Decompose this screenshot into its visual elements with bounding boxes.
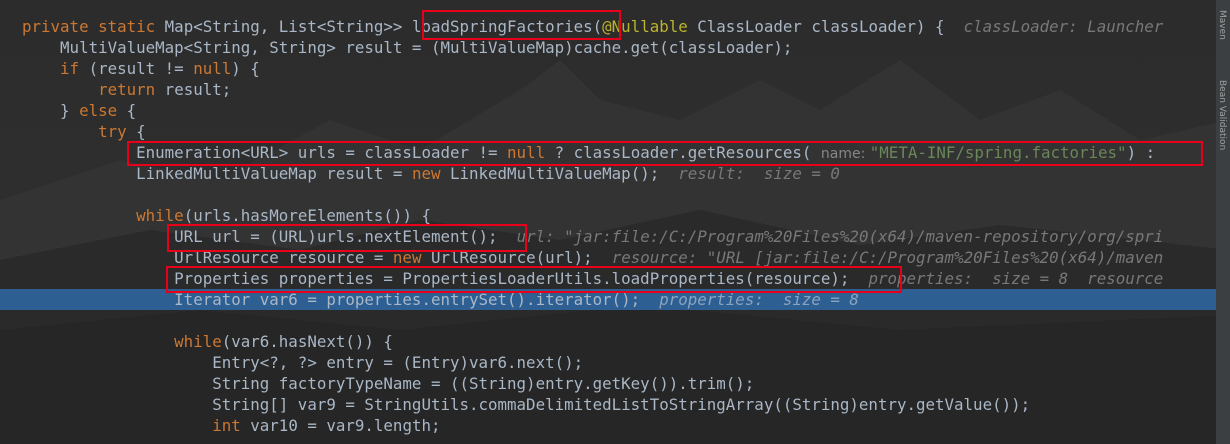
inline-debug-value: classLoader: Launcher <box>963 17 1164 36</box>
code-line[interactable]: URL url = (URL)urls.nextElement(); url: … <box>0 226 1216 247</box>
code-line[interactable]: UrlResource resource = new UrlResource(u… <box>0 247 1216 268</box>
code-line[interactable] <box>0 310 1216 331</box>
code-token: int <box>212 416 241 435</box>
code-line[interactable]: LinkedMultiValueMap result = new LinkedM… <box>0 163 1216 184</box>
code-token: URL url = (URL)urls.nextElement(); <box>22 227 517 246</box>
code-token: ) { <box>231 59 260 78</box>
code-text: Iterator var6 = properties.entrySet().it… <box>22 289 859 310</box>
code-text: if (result != null) { <box>22 58 260 79</box>
code-token: null <box>507 143 546 162</box>
code-line[interactable]: MultiValueMap<String, String> result = (… <box>0 37 1216 58</box>
code-token: while <box>136 206 184 225</box>
code-text: } else { <box>22 100 136 121</box>
code-line[interactable]: Properties properties = PropertiesLoader… <box>0 268 1216 289</box>
code-line[interactable]: int var10 = var9.length; <box>0 415 1216 436</box>
code-line[interactable]: Enumeration<URL> urls = classLoader != n… <box>0 142 1216 163</box>
code-token: if <box>60 59 80 78</box>
code-token: UrlResource resource = <box>22 248 393 267</box>
code-text: Properties properties = PropertiesLoader… <box>22 268 1163 289</box>
code-token: MultiValueMap<String, String> result = (… <box>22 38 793 57</box>
code-token: while <box>174 332 222 351</box>
code-token: Iterator var6 = properties.entrySet().it… <box>22 290 660 309</box>
code-token: ClassLoader classLoader) { <box>687 17 964 36</box>
code-token: Enumeration<URL> urls = classLoader != <box>22 143 508 162</box>
code-token: Properties properties = PropertiesLoader… <box>22 269 869 288</box>
code-token: String[] var9 = StringUtils.commaDelimit… <box>22 395 1031 414</box>
code-token: try <box>98 122 127 141</box>
code-line[interactable] <box>0 184 1216 205</box>
code-token: (var6.hasNext()) { <box>221 332 393 351</box>
inline-debug-value: properties: size = 8 resource <box>868 269 1164 288</box>
code-token: result; <box>155 80 232 99</box>
code-line[interactable]: while(urls.hasMoreElements()) { <box>0 205 1216 226</box>
code-editor[interactable]: private static Map<String, List<String>>… <box>0 0 1216 444</box>
code-token: ? classLoader.getResources( <box>545 143 821 162</box>
inline-debug-value: resource: "URL [jar:file:/C:/Program%20F… <box>611 248 1164 267</box>
code-line[interactable]: try { <box>0 121 1216 142</box>
code-text: int var10 = var9.length; <box>22 415 441 436</box>
code-line[interactable]: if (result != null) { <box>0 58 1216 79</box>
code-token: else <box>79 101 118 120</box>
code-token: LinkedMultiValueMap result = <box>22 164 412 183</box>
code-token: ) : <box>1126 143 1156 162</box>
code-token: Map<String, List<String>> loadSpringFact… <box>164 17 603 36</box>
code-text: LinkedMultiValueMap result = new LinkedM… <box>22 163 840 184</box>
code-token: return <box>98 80 156 99</box>
code-token: String factoryTypeName = ((String)entry.… <box>22 374 755 393</box>
code-token: } <box>22 101 80 120</box>
code-token: var10 = var9.length; <box>240 416 441 435</box>
code-token: LinkedMultiValueMap(); <box>440 164 679 183</box>
code-text: URL url = (URL)urls.nextElement(); url: … <box>22 226 1163 247</box>
code-line[interactable]: String factoryTypeName = ((String)entry.… <box>0 373 1216 394</box>
code-token: (urls.hasMoreElements()) { <box>183 206 431 225</box>
code-token: { <box>126 122 146 141</box>
code-line[interactable]: String[] var9 = StringUtils.commaDelimit… <box>0 394 1216 415</box>
code-text: Enumeration<URL> urls = classLoader != n… <box>22 142 1155 165</box>
code-token: @Nullable <box>602 17 688 36</box>
bean-validation-tool-tab[interactable]: Bean Validation <box>1217 80 1227 150</box>
code-token: UrlResource(url); <box>421 248 612 267</box>
code-token: null <box>193 59 232 78</box>
code-text: String[] var9 = StringUtils.commaDelimit… <box>22 394 1030 415</box>
code-line[interactable]: return result; <box>0 79 1216 100</box>
code-line[interactable]: } else { <box>0 100 1216 121</box>
code-text: return result; <box>22 79 231 100</box>
right-tool-stripe: Maven Bean Validation <box>1216 0 1230 444</box>
code-token: (result != <box>79 59 194 78</box>
code-line-current[interactable]: Iterator var6 = properties.entrySet().it… <box>0 289 1216 310</box>
code-token: { <box>117 101 137 120</box>
code-token: new <box>411 164 441 183</box>
code-line[interactable]: Entry<?, ?> entry = (Entry)var6.next(); <box>0 352 1216 373</box>
code-token: private static <box>22 17 165 36</box>
code-token: Entry<?, ?> entry = (Entry)var6.next(); <box>22 353 584 372</box>
code-text: while(var6.hasNext()) { <box>22 331 393 352</box>
code-token: new <box>392 248 422 267</box>
code-token: "META-INF/spring.factories" <box>869 143 1127 162</box>
inline-debug-value: url: "jar:file:/C:/Program%20Files%20(x6… <box>516 227 1164 246</box>
code-line[interactable]: private static Map<String, List<String>>… <box>0 16 1216 37</box>
code-text: String factoryTypeName = ((String)entry.… <box>22 373 754 394</box>
code-text: try { <box>22 121 146 142</box>
inline-debug-value: result: size = 0 <box>678 164 840 183</box>
maven-tool-tab[interactable]: Maven <box>1217 10 1227 40</box>
code-text: while(urls.hasMoreElements()) { <box>22 205 431 226</box>
code-text: Entry<?, ?> entry = (Entry)var6.next(); <box>22 352 583 373</box>
code-text: private static Map<String, List<String>>… <box>22 16 1163 37</box>
inline-debug-value: properties: size = 8 <box>659 290 859 309</box>
code-text: UrlResource resource = new UrlResource(u… <box>22 247 1163 268</box>
code-line[interactable]: while(var6.hasNext()) { <box>0 331 1216 352</box>
parameter-hint: name: <box>820 146 870 162</box>
code-text: MultiValueMap<String, String> result = (… <box>22 37 792 58</box>
